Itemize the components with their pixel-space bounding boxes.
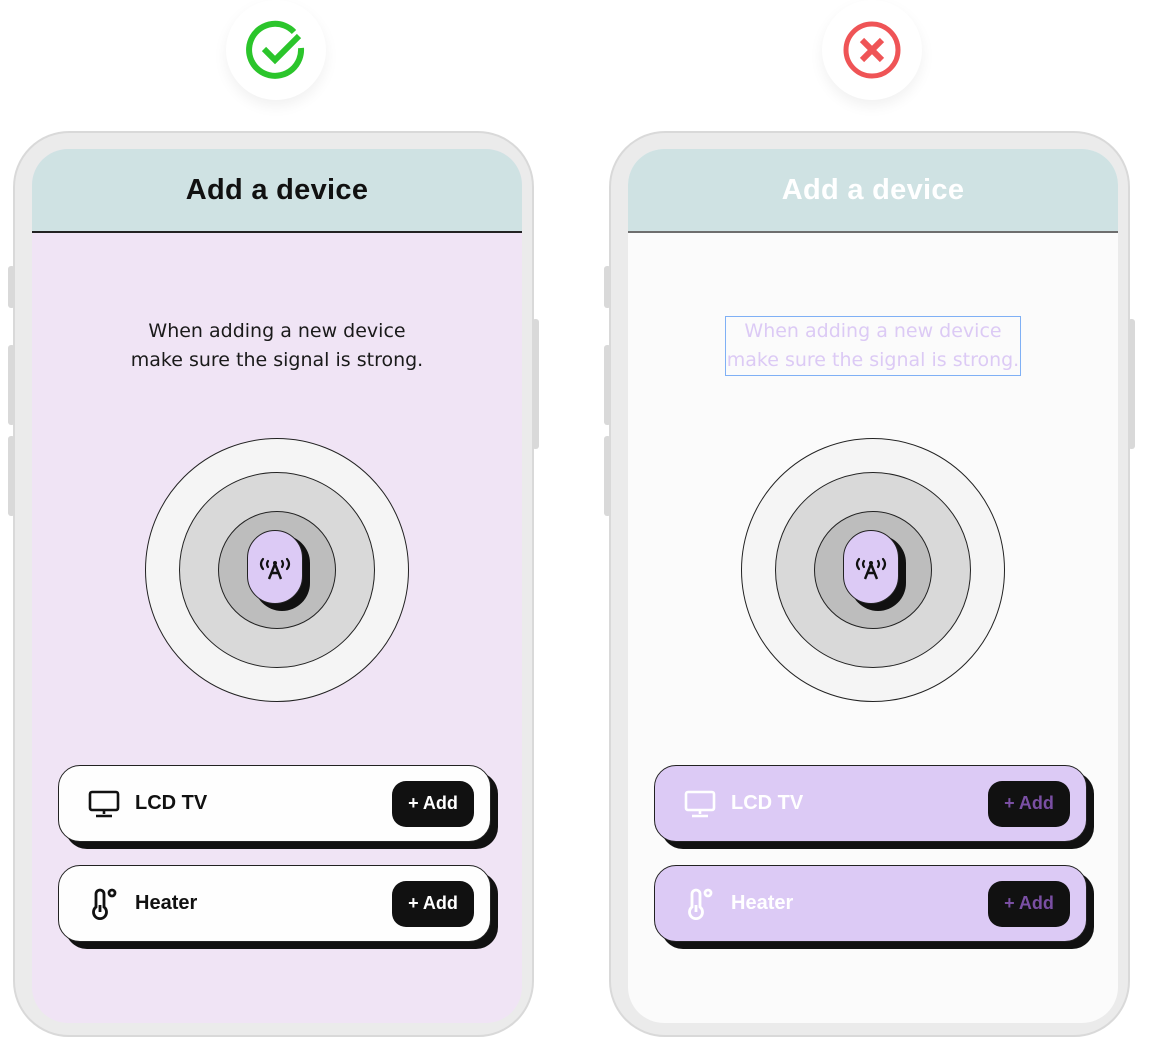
phone-power-button	[1128, 319, 1135, 449]
device-item-heater: Heater + Add	[654, 865, 1094, 949]
app-header: Add a device	[628, 149, 1118, 233]
device-item-lcd-tv: LCD TV + Add	[58, 765, 498, 849]
thermometer-icon	[87, 887, 121, 921]
device-item-lcd-tv: LCD TV + Add	[654, 765, 1094, 849]
phone-side-button	[604, 345, 611, 425]
signal-radar	[741, 438, 1005, 702]
thermometer-icon	[683, 887, 717, 921]
bad-example-badge	[822, 0, 922, 100]
check-circle-icon	[246, 20, 305, 79]
device-label: LCD TV	[731, 792, 804, 814]
device-item-heater: Heater + Add	[58, 865, 498, 949]
phone-good-example: Add a device When adding a new device ma…	[8, 131, 539, 1037]
signal-hint-text: When adding a new device make sure the s…	[628, 316, 1118, 376]
device-card: Heater + Add	[58, 865, 491, 942]
scan-button[interactable]	[843, 530, 899, 604]
phone-side-button	[8, 345, 15, 425]
hint-line-1: When adding a new device	[148, 320, 406, 342]
phone-power-button	[532, 319, 539, 449]
page-title: Add a device	[185, 173, 369, 206]
phone-side-button	[8, 436, 15, 516]
scan-button[interactable]	[247, 530, 303, 604]
tv-icon	[683, 787, 717, 821]
phone-screen: Add a device When adding a new device ma…	[628, 149, 1118, 1023]
phone-side-button	[604, 266, 611, 308]
hint-line-1: When adding a new device	[744, 320, 1002, 342]
signal-hint-text: When adding a new device make sure the s…	[32, 317, 522, 375]
hint-line-2: make sure the signal is strong.	[130, 349, 424, 371]
hint-line-2: make sure the signal is strong.	[726, 349, 1020, 371]
antenna-signal-icon	[259, 557, 291, 580]
device-card: LCD TV + Add	[654, 765, 1087, 842]
device-card: LCD TV + Add	[58, 765, 491, 842]
x-circle-icon	[843, 21, 901, 79]
phone-bad-example: Add a device When adding a new device ma…	[604, 131, 1135, 1037]
signal-radar	[145, 438, 409, 702]
add-lcd-tv-button[interactable]: + Add	[392, 780, 474, 827]
device-label: Heater	[731, 892, 794, 914]
tv-icon	[87, 787, 121, 821]
phone-side-button	[604, 436, 611, 516]
add-lcd-tv-button[interactable]: + Add	[988, 780, 1070, 827]
app-header: Add a device	[32, 149, 522, 233]
phone-side-button	[8, 266, 15, 308]
page-title: Add a device	[781, 173, 965, 206]
good-example-badge	[226, 0, 326, 100]
antenna-signal-icon	[855, 557, 887, 580]
device-label: Heater	[135, 892, 198, 914]
device-card: Heater + Add	[654, 865, 1087, 942]
device-label: LCD TV	[135, 792, 208, 814]
add-heater-button[interactable]: + Add	[392, 880, 474, 927]
add-heater-button[interactable]: + Add	[988, 880, 1070, 927]
phone-screen: Add a device When adding a new device ma…	[32, 149, 522, 1023]
